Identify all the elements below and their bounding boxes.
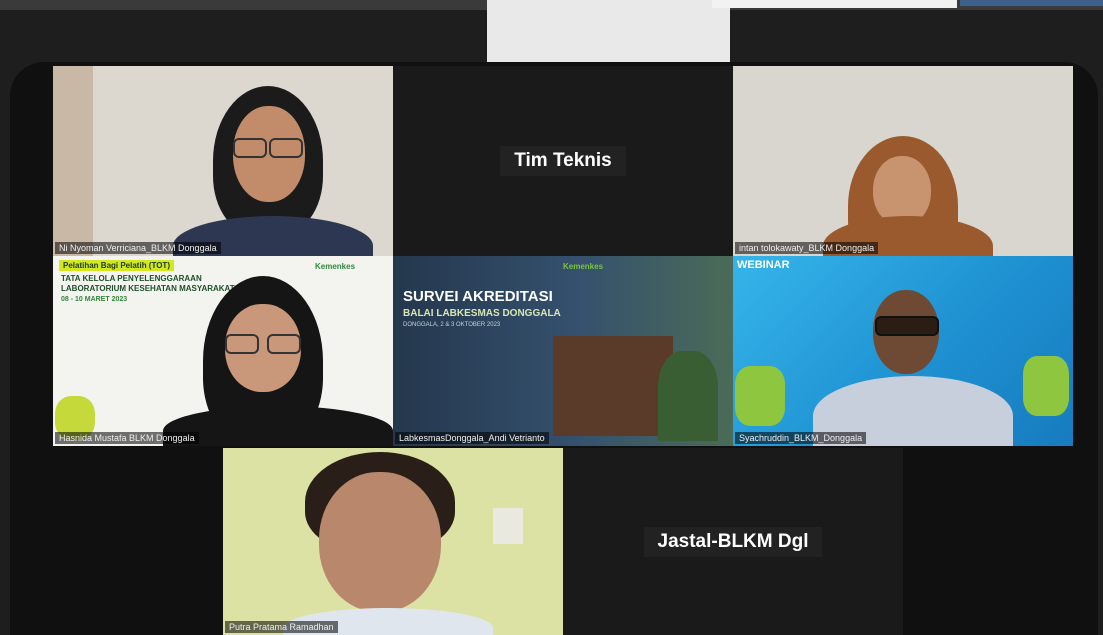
video-tile-participant-5[interactable]: Kemenkes SURVEI AKREDITASI BALAI LABKESM… xyxy=(393,256,733,446)
glasses xyxy=(267,334,301,354)
video-tile-participant-8[interactable]: Putra Pratama Ramadhan xyxy=(223,448,563,635)
slide-badge: Pelatihan Bagi Pelatih (TOT) xyxy=(59,260,174,271)
decor-pattern xyxy=(735,366,785,426)
slide-title-line2: LABORATORIUM KESEHATAN MASYARAKAT xyxy=(61,284,235,293)
kemenkes-logo: Kemenkes xyxy=(315,262,356,271)
video-tile-participant-3[interactable]: intan tolokawaty_BLKM Donggala xyxy=(733,66,1073,256)
shared-content-area xyxy=(487,0,730,64)
participant-name: Syachruddin_BLKM_Donggala xyxy=(735,432,867,444)
banner-date: DONGGALA, 2 & 3 OKTOBER 2023 xyxy=(403,322,501,328)
participant-name: Ni Nyoman Verriciana_BLKM Donggala xyxy=(55,242,221,254)
participant-name: Hasnida Mustafa BLKM Donggala xyxy=(55,432,199,444)
participant-label: Jastal-BLKM Dgl xyxy=(563,526,903,557)
webinar-title: WEBINAR xyxy=(737,259,790,271)
video-tile-participant-7[interactable]: Jastal-BLKM Dgl xyxy=(563,448,903,635)
participant-name: intan tolokawaty_BLKM Donggala xyxy=(735,242,879,254)
participant-display-name: Tim Teknis xyxy=(500,146,626,176)
slide-title-line1: TATA KELOLA PENYELENGGARAAN xyxy=(61,274,202,283)
background-wall xyxy=(53,66,93,256)
decor-pattern xyxy=(1023,356,1069,416)
participant-name: LabkesmasDonggala_Andi Vetrianto xyxy=(395,432,549,444)
participant-name: Putra Pratama Ramadhan xyxy=(225,621,338,633)
glasses xyxy=(225,334,259,354)
banner-title: SURVEI AKREDITASI xyxy=(403,288,553,305)
participant-display-name: Jastal-BLKM Dgl xyxy=(643,526,823,557)
kemenkes-logo: Kemenkes xyxy=(563,262,604,271)
video-tile-participant-6[interactable]: WEBINAR Syachruddin_BLKM_Donggala xyxy=(733,256,1073,446)
video-tile-participant-1[interactable]: Ni Nyoman Verriciana_BLKM Donggala xyxy=(53,66,393,256)
shared-content-strip xyxy=(712,0,957,8)
banner-subtitle: BALAI LABKESMAS DONGGALA xyxy=(403,308,561,319)
video-tile-participant-4[interactable]: Pelatihan Bagi Pelatih (TOT) TATA KELOLA… xyxy=(53,256,393,446)
wall-socket xyxy=(493,508,523,544)
participant-label: Tim Teknis xyxy=(393,146,733,176)
building-illustration xyxy=(553,336,673,436)
glasses xyxy=(233,138,267,158)
participant-face xyxy=(319,472,441,612)
slide-date: 08 - 10 MARET 2023 xyxy=(61,296,128,303)
glasses xyxy=(269,138,303,158)
toolbar-strip xyxy=(960,0,1103,6)
video-tile-participant-2[interactable]: Tim Teknis xyxy=(393,66,733,256)
video-gallery: Ni Nyoman Verriciana_BLKM Donggala Tim T… xyxy=(10,62,1098,635)
tree-illustration xyxy=(658,351,718,441)
glasses xyxy=(875,316,939,336)
